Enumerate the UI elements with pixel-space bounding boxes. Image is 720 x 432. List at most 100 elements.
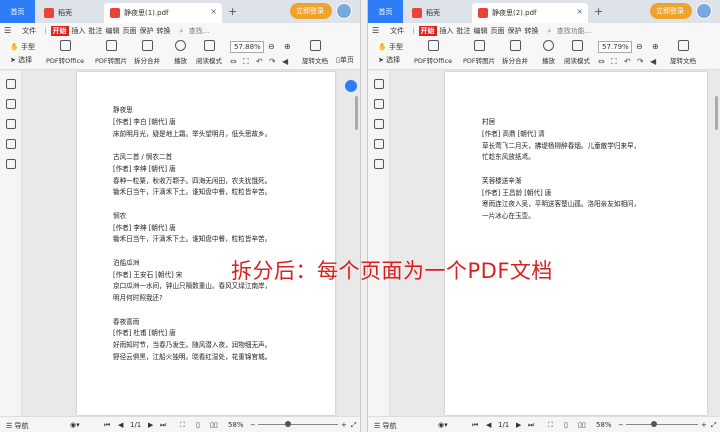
view-mode-icon[interactable]: ◉▾ bbox=[438, 421, 448, 429]
first-page-icon[interactable]: ⏮ bbox=[104, 421, 110, 430]
fit-width-icon[interactable]: ⇔ bbox=[230, 57, 237, 66]
menu-annotate[interactable]: 批注 bbox=[89, 26, 103, 36]
next-page-button[interactable]: ▶ bbox=[148, 421, 153, 429]
menu-toggle-icon[interactable]: ☰ bbox=[372, 26, 379, 35]
thumbnail-icon[interactable] bbox=[374, 99, 384, 109]
last-page-icon[interactable]: ⏭ bbox=[160, 421, 166, 430]
rotate-left-icon[interactable]: ↶ bbox=[256, 57, 263, 66]
zoom-slider-knob[interactable] bbox=[651, 421, 657, 427]
fit-page-icon[interactable]: ⛶ bbox=[611, 57, 617, 67]
menu-insert[interactable]: 插入 bbox=[72, 26, 86, 36]
fit-page-icon[interactable]: ⛶ bbox=[243, 57, 249, 67]
zoom-minus-button[interactable]: − bbox=[250, 421, 256, 429]
menu-page[interactable]: 页面 bbox=[491, 26, 505, 36]
comment-icon[interactable] bbox=[374, 119, 384, 129]
menu-toggle-icon[interactable]: ☰ bbox=[4, 26, 11, 35]
thumbnail-icon[interactable] bbox=[6, 99, 16, 109]
login-button[interactable]: 立即登录 bbox=[650, 3, 692, 19]
zoom-slider[interactable] bbox=[258, 424, 338, 425]
page-indicator[interactable]: 1/1 bbox=[498, 421, 509, 429]
play-button[interactable]: 播放 bbox=[174, 40, 187, 65]
zoom-plus-button[interactable]: + bbox=[341, 421, 347, 429]
split-merge-button[interactable]: 拆分合并 bbox=[134, 40, 160, 65]
signature-icon[interactable] bbox=[374, 159, 384, 169]
menu-annotate[interactable]: 批注 bbox=[457, 26, 471, 36]
floating-tool-button[interactable] bbox=[345, 80, 357, 92]
prev-page-button[interactable]: ◀ bbox=[486, 421, 491, 429]
avatar[interactable] bbox=[696, 3, 712, 19]
menu-edit[interactable]: 编辑 bbox=[106, 26, 120, 36]
fullscreen-icon[interactable]: ⤢ bbox=[711, 421, 717, 430]
fit-width-icon[interactable]: ⇔ bbox=[598, 57, 605, 66]
rotate-document-button[interactable]: 旋转文档 bbox=[302, 40, 328, 65]
prev-page-button[interactable]: ◀ bbox=[118, 421, 123, 429]
read-mode-button[interactable]: 阅读模式 bbox=[196, 40, 222, 65]
close-tab-icon[interactable]: × bbox=[576, 7, 583, 16]
last-page-icon[interactable]: ⏭ bbox=[528, 421, 534, 430]
vertical-scrollbar[interactable] bbox=[355, 96, 358, 130]
zoom-percent[interactable]: 58% bbox=[228, 421, 244, 429]
menu-edit[interactable]: 编辑 bbox=[474, 26, 488, 36]
tab-document[interactable]: 静夜思(1).pdf × bbox=[104, 3, 222, 23]
single-view-icon[interactable]: ▯ bbox=[196, 421, 200, 429]
pdf-to-image-button[interactable]: PDF转图片 bbox=[95, 40, 127, 65]
zoom-percent[interactable]: 58% bbox=[596, 421, 612, 429]
fit-icon[interactable]: ⛶ bbox=[548, 421, 553, 430]
select-tool[interactable]: ➤ 选择 bbox=[378, 55, 400, 65]
menu-protect[interactable]: 保护 bbox=[140, 26, 154, 36]
fullscreen-icon[interactable]: ⤢ bbox=[351, 421, 357, 430]
avatar[interactable] bbox=[336, 3, 352, 19]
next-page-button[interactable]: ▶ bbox=[516, 421, 521, 429]
play-button[interactable]: 播放 bbox=[542, 40, 555, 65]
tab-document[interactable]: 静夜思(2).pdf × bbox=[472, 3, 588, 23]
zoom-in-icon[interactable]: ⊕ bbox=[284, 42, 291, 51]
read-mode-button[interactable]: 阅读模式 bbox=[564, 40, 590, 65]
zoom-slider[interactable] bbox=[626, 424, 698, 425]
fit-icon[interactable]: ⛶ bbox=[180, 421, 185, 430]
hand-tool[interactable]: ✋ 手型 bbox=[10, 42, 35, 52]
single-page-button[interactable]: ▯ 单页 bbox=[336, 55, 354, 65]
signature-icon[interactable] bbox=[6, 159, 16, 169]
menu-start[interactable]: 开始 bbox=[418, 25, 437, 36]
tab-home[interactable]: 首页 bbox=[0, 0, 35, 23]
new-tab-button[interactable]: + bbox=[594, 5, 603, 18]
menu-insert[interactable]: 插入 bbox=[440, 26, 454, 36]
attachment-icon[interactable] bbox=[374, 139, 384, 149]
attachment-icon[interactable] bbox=[6, 139, 16, 149]
tab-home[interactable]: 首页 bbox=[368, 0, 403, 23]
menu-start[interactable]: 开始 bbox=[50, 25, 69, 36]
navigation-toggle[interactable]: ☰ 导航 bbox=[374, 421, 397, 431]
rotate-document-button[interactable]: 旋转文档 bbox=[670, 40, 696, 65]
zoom-field[interactable]: 57.79% bbox=[598, 41, 632, 53]
menu-file[interactable]: 文件 bbox=[22, 26, 36, 36]
navigation-toggle[interactable]: ☰ 导航 bbox=[6, 421, 29, 431]
menu-page[interactable]: 页面 bbox=[123, 26, 137, 36]
prev-page-icon[interactable]: ◀ bbox=[282, 57, 288, 66]
menu-convert[interactable]: 转换 bbox=[157, 26, 171, 36]
zoom-plus-button[interactable]: + bbox=[701, 421, 707, 429]
close-tab-icon[interactable]: × bbox=[210, 7, 217, 16]
single-view-icon[interactable]: ▯ bbox=[564, 421, 568, 429]
tab-daoke[interactable]: 稻壳 bbox=[406, 3, 468, 23]
login-button[interactable]: 立即登录 bbox=[290, 3, 332, 19]
menu-convert[interactable]: 转换 bbox=[525, 26, 539, 36]
zoom-minus-button[interactable]: − bbox=[618, 421, 624, 429]
search-input[interactable]: ⌕ 查找功能... bbox=[548, 26, 595, 36]
tab-daoke[interactable]: 稻壳 bbox=[38, 3, 100, 23]
document-area[interactable]: 村居 [作者] 高鼎 [朝代] 清草长莺飞二月天，拂堤杨柳醉春烟。儿童散学归来早，… bbox=[390, 71, 720, 416]
zoom-slider-knob[interactable] bbox=[285, 421, 291, 427]
double-view-icon[interactable]: ▯▯ bbox=[210, 421, 218, 429]
pdf-to-office-button[interactable]: PDF转Office bbox=[46, 40, 84, 65]
document-area[interactable]: 静夜思 [作者] 李白 [朝代] 唐床前明月光，疑是地上霜。举头望明月，低头思故乡… bbox=[22, 71, 360, 416]
zoom-out-icon[interactable]: ⊖ bbox=[636, 42, 643, 51]
zoom-field[interactable]: 57.88% bbox=[230, 41, 264, 53]
bookmark-icon[interactable] bbox=[6, 79, 16, 89]
vertical-scrollbar[interactable] bbox=[715, 96, 718, 130]
comment-icon[interactable] bbox=[6, 119, 16, 129]
bookmark-icon[interactable] bbox=[374, 79, 384, 89]
menu-protect[interactable]: 保护 bbox=[508, 26, 522, 36]
double-view-icon[interactable]: ▯▯ bbox=[578, 421, 586, 429]
pdf-to-image-button[interactable]: PDF转图片 bbox=[463, 40, 495, 65]
split-merge-button[interactable]: 拆分合并 bbox=[502, 40, 528, 65]
rotate-left-icon[interactable]: ↶ bbox=[624, 57, 631, 66]
